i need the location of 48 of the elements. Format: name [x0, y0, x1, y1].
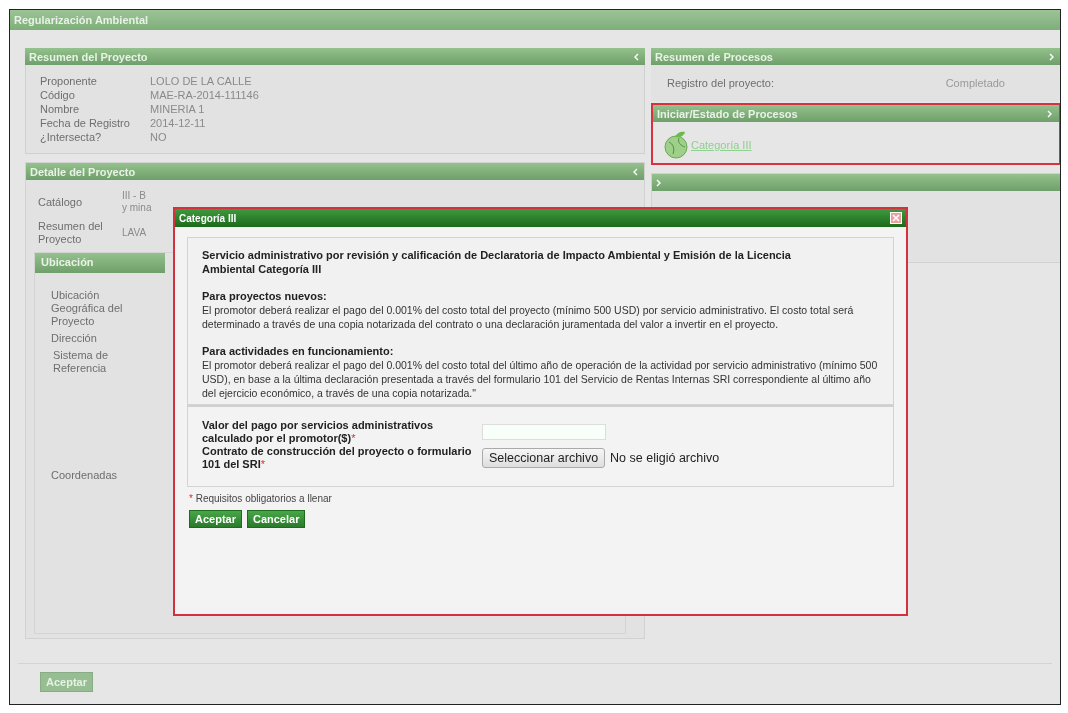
panel-title: Resumen del Proyecto: [29, 50, 148, 63]
globe-icon: [663, 130, 689, 160]
collapse-icon[interactable]: [633, 52, 639, 61]
process-status: Completado: [945, 77, 1005, 89]
collapse-icon[interactable]: [1047, 109, 1053, 118]
form-label: Valor del pago por servicios administrativos calculado por el promotor($)*: [202, 419, 435, 445]
field-label: Código: [40, 89, 76, 101]
collapse-icon[interactable]: [632, 167, 638, 176]
field-value: NO: [150, 131, 168, 143]
field-value: MAE-RA-2014-111146: [150, 89, 259, 101]
form-label: Contrato de construcción del proyecto o formulario 101 del SRI*: [202, 445, 472, 471]
panel-title: Resumen de Procesos: [655, 50, 773, 63]
choose-file-button[interactable]: Seleccionar archivo: [482, 448, 606, 468]
file-status: No se eligió archivo: [610, 451, 720, 465]
section-text: El promotor deberá realizar el pago del 0.001% del costo total del último año de operación de la actividad por servicio administrativo (mínimo 500 USD), en base a la última declaración presentada a través del formulario 101 del Servicio de Rentas Internas SRI correspondiente al último año del ejercicio económico, a través de una copia notarizada.": [202, 358, 879, 400]
field-label: Sistema de Referencia: [52, 349, 110, 375]
field-value: LOLO DE LA CALLE: [150, 75, 253, 87]
section-title: Para proyectos nuevos:: [202, 290, 328, 303]
section-title: Para actividades en funcionamiento:: [202, 345, 395, 358]
required-note: * Requisitos obligatorios a llenar: [189, 493, 333, 504]
dialog-title: Categoría III: [179, 212, 237, 224]
dialog-heading: Servicio administrativo por revisión y calificación de Declaratoria de Impacto Ambiental y Emisión de la Licencia Ambiental Categoría III: [202, 248, 792, 276]
field-value: 2014-12-11: [150, 117, 207, 129]
collapse-icon[interactable]: [1049, 52, 1055, 61]
field-value: LAVA: [122, 227, 148, 239]
field-label: Resumen del Proyecto: [38, 220, 104, 246]
field-label: Dirección: [51, 332, 98, 345]
field-label: Nombre: [40, 103, 81, 115]
accept-button[interactable]: Aceptar: [189, 510, 242, 528]
panel-title: Iniciar/Estado de Procesos: [657, 107, 798, 120]
field-value: y mina: [122, 202, 153, 214]
panel-title: Ubicación: [41, 256, 94, 268]
window-title: Regularización Ambiental: [14, 14, 149, 26]
close-icon[interactable]: [890, 212, 902, 224]
cancel-button[interactable]: Cancelar: [246, 510, 306, 528]
input-field[interactable]: [482, 424, 606, 440]
field-label: Proponente: [40, 75, 98, 87]
section-text: El promotor deberá realizar el pago del 0.001% del costo total del proyecto (mínimo 500 USD) por servicio administrativo. El costo total será determinado a través de una copia notarizada del contrato o una declaración juramentada del valor a invertir en el proyecto.: [202, 303, 855, 331]
collapse-icon[interactable]: [656, 178, 662, 187]
field-label: Catálogo: [38, 195, 84, 209]
panel-title: Detalle del Proyecto: [30, 165, 136, 178]
field-value: III - B: [122, 190, 147, 202]
field-label: Coordenadas: [51, 469, 119, 482]
field-label: Ubicación Geográfica del Proyecto: [51, 289, 124, 328]
field-label: ¿Intersecta?: [40, 131, 103, 143]
field-label: Fecha de Registro: [40, 117, 131, 129]
field-value: MINERIA 1: [150, 103, 206, 115]
process-label: Registro del proyecto:: [667, 77, 774, 89]
